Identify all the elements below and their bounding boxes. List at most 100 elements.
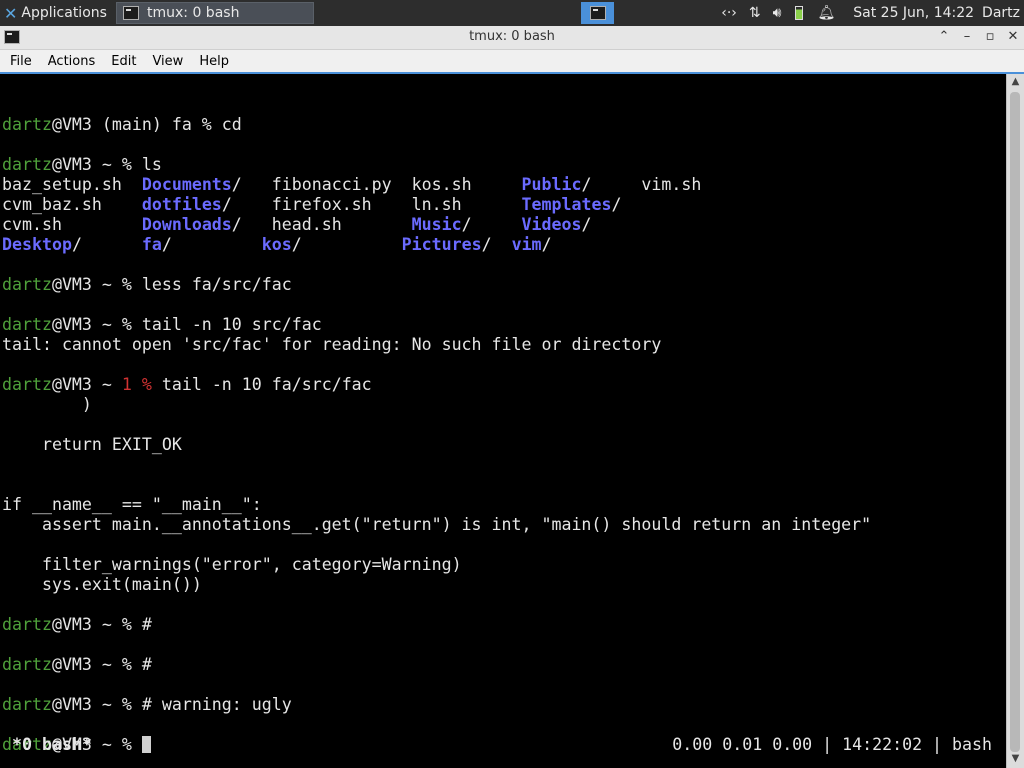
terminal-line: sys.exit(main()) xyxy=(2,575,1006,595)
battery-icon[interactable] xyxy=(795,6,804,20)
terminal-line: dartz@VM3 ~ 1 % tail -n 10 fa/src/fac xyxy=(2,375,1006,395)
top-panel: ✕ Applications ☰ tmux: 0 bash ‹·› ⇅ 🔊︎ 🔔… xyxy=(0,0,1024,26)
applications-menu[interactable]: ✕ Applications ☰ xyxy=(0,0,112,26)
directory-name: kos xyxy=(261,235,292,254)
directory-name: fa xyxy=(141,235,162,254)
prompt-user: dartz xyxy=(2,615,52,634)
minimize-button[interactable]: – xyxy=(958,28,976,46)
applications-menu-label: Applications ☰ xyxy=(21,5,112,21)
prompt-user: dartz xyxy=(2,655,52,674)
directory-name: vim xyxy=(511,235,542,254)
menu-bar: File Actions Edit View Help xyxy=(0,50,1024,74)
terminal-text: return EXIT_OK xyxy=(2,435,182,454)
directory-name: Music xyxy=(411,215,462,234)
menu-edit[interactable]: Edit xyxy=(103,54,144,69)
terminal-text: assert main.__annotations__.get("return"… xyxy=(2,515,872,534)
terminal-text: / xyxy=(71,235,142,254)
terminal-text: / vim.sh xyxy=(581,175,702,194)
maximize-button[interactable]: ▫ xyxy=(981,28,999,46)
terminal-text: @VM3 ~ % tail -n 10 src/fac xyxy=(51,315,322,334)
terminal-text: / xyxy=(581,215,592,234)
prompt-user: dartz xyxy=(2,695,52,714)
terminal-text: cvm_baz.sh xyxy=(2,195,142,214)
menu-actions[interactable]: Actions xyxy=(40,54,104,69)
taskbar-item-tmux[interactable]: tmux: 0 bash xyxy=(116,2,314,24)
terminal-text: @VM3 ~ % # warning: ugly xyxy=(51,695,292,714)
menu-help[interactable]: Help xyxy=(191,54,237,69)
directory-name: Downloads xyxy=(141,215,232,234)
shade-button[interactable]: ⌃ xyxy=(935,28,953,46)
terminal-text: / xyxy=(541,235,552,254)
terminal-text: filter_warnings("error", category=Warnin… xyxy=(2,555,462,574)
window-titlebar[interactable]: tmux: 0 bash ⌃ – ▫ ✕ xyxy=(0,26,1024,50)
terminal-text: / xyxy=(461,215,522,234)
user-menu[interactable]: Dartz xyxy=(982,5,1020,21)
tmux-window-indicator[interactable]: *0 bash* xyxy=(12,735,92,755)
terminal-text: / xyxy=(291,235,402,254)
terminal-line: Desktop/ fa/ kos/ Pictures/ vim/ xyxy=(2,235,1006,255)
directory-name: Documents xyxy=(141,175,232,194)
terminal-text: / xyxy=(481,235,512,254)
directory-name: Desktop xyxy=(2,235,72,254)
terminal-text: @VM3 ~ % less fa/src/fac xyxy=(51,275,292,294)
directory-name: dotfiles xyxy=(141,195,222,214)
terminal-text: / xyxy=(161,235,262,254)
terminal-icon xyxy=(123,6,139,20)
prompt-user: dartz xyxy=(2,155,52,174)
terminal-line: cvm_baz.sh dotfiles/ firefox.sh ln.sh Te… xyxy=(2,195,1006,215)
prompt-user: dartz xyxy=(2,375,52,394)
window-title: tmux: 0 bash xyxy=(469,29,555,44)
terminal-line: assert main.__annotations__.get("return"… xyxy=(2,515,1006,535)
terminal-text: 1 % xyxy=(121,375,152,394)
terminal-line: dartz@VM3 ~ % ls xyxy=(2,155,1006,175)
terminal-line: tail: cannot open 'src/fac' for reading:… xyxy=(2,335,1006,355)
directory-name: Videos xyxy=(521,215,582,234)
terminal-output[interactable]: dartz@VM3 (main) fa % cd dartz@VM3 ~ % ls… xyxy=(2,95,1006,755)
terminal-text: baz_setup.sh xyxy=(2,175,142,194)
terminal-line: dartz@VM3 ~ % # xyxy=(2,655,1006,675)
terminal-line: dartz@VM3 ~ % less fa/src/fac xyxy=(2,275,1006,295)
prompt-user: dartz xyxy=(2,115,52,134)
terminal-text: / xyxy=(611,195,622,214)
notification-bell-icon[interactable]: 🔔︎ xyxy=(817,5,835,21)
workspace-switcher-button[interactable] xyxy=(581,2,614,24)
terminal-text: ) xyxy=(2,395,92,414)
volume-icon[interactable]: 🔊︎ xyxy=(773,5,782,21)
terminal-text: @VM3 (main) fa % cd xyxy=(51,115,242,134)
terminal-scrollbar[interactable]: ▲ ▼ xyxy=(1006,74,1024,768)
directory-name: Public xyxy=(521,175,582,194)
clock[interactable]: Sat 25 Jun, 14:22 xyxy=(853,5,974,21)
terminal-text: tail -n 10 fa/src/fac xyxy=(151,375,372,394)
terminal-text: @VM3 ~ xyxy=(51,375,122,394)
menu-file[interactable]: File xyxy=(0,54,40,69)
network-icon[interactable]: ‹·› xyxy=(721,5,737,21)
terminal-text: @VM3 ~ % # xyxy=(51,615,152,634)
directory-name: Pictures xyxy=(401,235,482,254)
terminal-line: if __name__ == "__main__": xyxy=(2,495,1006,515)
terminal-text: / firefox.sh ln.sh xyxy=(221,195,522,214)
close-button[interactable]: ✕ xyxy=(1004,28,1022,46)
terminal-line: baz_setup.sh Documents/ fibonacci.py kos… xyxy=(2,175,1006,195)
terminal-line: cvm.sh Downloads/ head.sh Music/ Videos/ xyxy=(2,215,1006,235)
terminal-line: return EXIT_OK xyxy=(2,435,1006,455)
taskbar-item-label: tmux: 0 bash xyxy=(147,5,240,21)
xfce-logo-icon: ✕ xyxy=(4,3,18,23)
terminal-icon xyxy=(589,6,606,20)
scroll-down-arrow-icon[interactable]: ▼ xyxy=(1007,753,1024,764)
prompt-user: dartz xyxy=(2,315,52,334)
menu-view[interactable]: View xyxy=(144,54,191,69)
directory-name: Templates xyxy=(521,195,612,214)
scroll-up-arrow-icon[interactable]: ▲ xyxy=(1007,76,1024,87)
network-transfer-icon[interactable]: ⇅ xyxy=(749,5,761,21)
scrollbar-thumb[interactable] xyxy=(1010,92,1020,752)
